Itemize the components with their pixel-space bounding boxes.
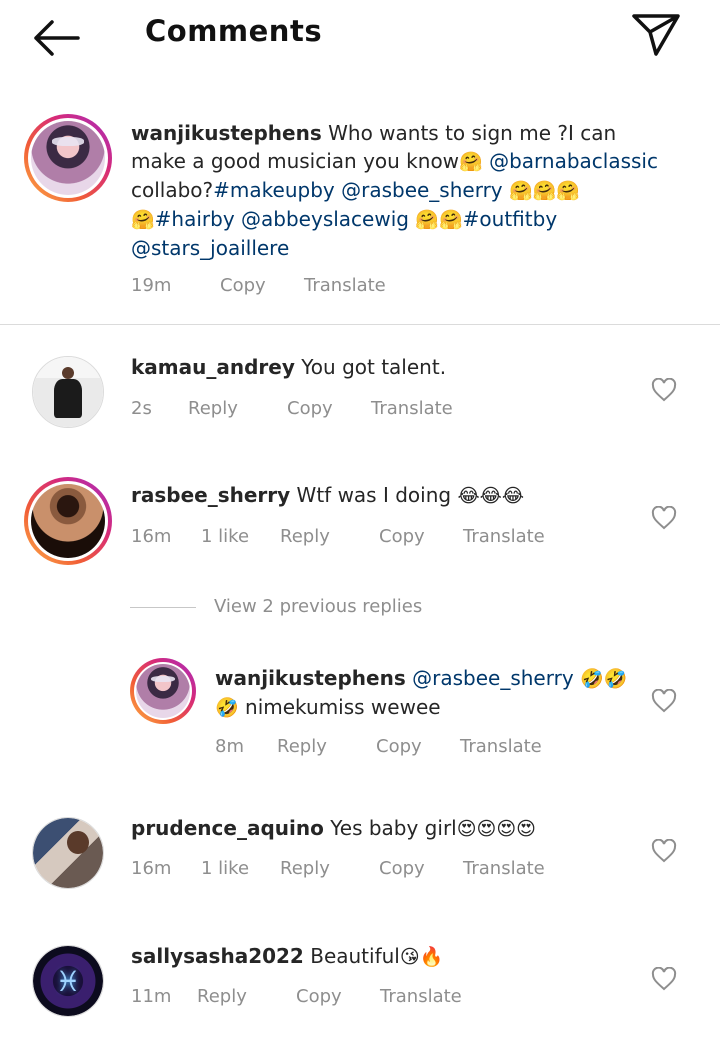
kiss-fire-emoji: 😘🔥	[399, 946, 444, 968]
hashtag-link[interactable]: #hairby	[155, 207, 235, 231]
comment-username[interactable]: rasbee_sherry	[131, 483, 290, 507]
caption-username[interactable]: wanjikustephens	[131, 121, 322, 145]
caption-text-part: collabo?	[131, 178, 214, 202]
comment-username[interactable]: sallysasha2022	[131, 944, 304, 968]
like-heart-icon[interactable]	[651, 966, 677, 991]
comment-meta: 11m Reply Copy Translate	[131, 986, 531, 1010]
reply-button[interactable]: Reply	[277, 736, 327, 757]
copy-button[interactable]: Copy	[376, 736, 422, 757]
replies-divider-line	[130, 607, 196, 608]
reply-body: nimekumiss wewee	[245, 695, 441, 719]
commenter-avatar[interactable]	[24, 477, 112, 565]
comment-username[interactable]: kamau_andrey	[131, 355, 295, 379]
timestamp: 16m	[131, 526, 172, 547]
reply-meta: 8m Reply Copy Translate	[215, 736, 615, 760]
commenter-avatar[interactable]	[32, 817, 104, 889]
hug-emoji: 🤗	[439, 209, 463, 231]
copy-button[interactable]: Copy	[379, 526, 425, 547]
reply-username[interactable]: wanjikustephens	[215, 666, 406, 690]
comment-body: You got talent.	[301, 355, 447, 379]
commenter-avatar[interactable]	[32, 945, 104, 1017]
reply-button[interactable]: Reply	[280, 858, 330, 879]
header-bar: Comments	[0, 0, 720, 78]
rofl-emoji: 🤣	[215, 697, 239, 719]
hug-emoji: 🤗	[131, 209, 155, 231]
caption-meta: 19m Copy Translate	[131, 275, 531, 299]
mention-link[interactable]: @rasbee_sherry	[341, 178, 503, 202]
likes-count[interactable]: 1 like	[201, 858, 249, 879]
comment-text: sallysasha2022 Beautiful😘🔥	[131, 942, 631, 971]
mention-link[interactable]: @stars_joaillere	[131, 236, 289, 260]
comment-username[interactable]: prudence_aquino	[131, 816, 324, 840]
translate-button[interactable]: Translate	[304, 275, 386, 296]
reply-button[interactable]: Reply	[197, 986, 247, 1007]
mention-link[interactable]: @barnabaclassic	[489, 149, 658, 173]
translate-button[interactable]: Translate	[371, 398, 453, 419]
rofl-emoji: 🤣🤣	[580, 668, 628, 690]
hashtag-link[interactable]: #outfitby	[463, 207, 557, 231]
comment-meta: 16m 1 like Reply Copy Translate	[131, 858, 581, 882]
timestamp: 11m	[131, 986, 172, 1007]
copy-button[interactable]: Copy	[379, 858, 425, 879]
heart-eyes-emoji: 😍😍😍😍	[456, 818, 536, 840]
hug-emoji: 🤗	[556, 180, 581, 202]
like-heart-icon[interactable]	[651, 505, 677, 530]
reply-author-avatar[interactable]	[130, 658, 196, 724]
send-paper-plane-icon[interactable]	[630, 12, 682, 58]
likes-count[interactable]: 1 like	[201, 526, 249, 547]
comment-body: Wtf was I doing	[296, 483, 452, 507]
timestamp: 19m	[131, 275, 172, 296]
back-arrow-icon[interactable]	[30, 16, 82, 60]
comment-meta: 2s Reply Copy Translate	[131, 398, 531, 422]
hug-emoji: 🤗	[459, 151, 483, 173]
caption-text: wanjikustephens Who wants to sign me ?I …	[131, 119, 671, 262]
hashtag-link[interactable]: #makeupby	[213, 178, 335, 202]
comment-body: Yes baby girl	[330, 816, 457, 840]
comment-meta: 16m 1 like Reply Copy Translate	[131, 526, 581, 550]
comment-text: prudence_aquino Yes baby girl😍😍😍😍	[131, 814, 631, 843]
laughing-emoji: 😂😂😂	[457, 485, 525, 507]
translate-button[interactable]: Translate	[463, 858, 545, 879]
timestamp: 2s	[131, 398, 152, 419]
timestamp: 16m	[131, 858, 172, 879]
like-heart-icon[interactable]	[651, 377, 677, 402]
copy-button[interactable]: Copy	[220, 275, 266, 296]
mention-link[interactable]: @abbeyslacewig	[241, 207, 409, 231]
reply-text: wanjikustephens @rasbee_sherry 🤣🤣 🤣 nime…	[215, 664, 645, 722]
copy-button[interactable]: Copy	[287, 398, 333, 419]
hug-emoji: 🤗	[532, 180, 557, 202]
comment-text: kamau_andrey You got talent.	[131, 353, 631, 381]
divider	[0, 324, 720, 325]
translate-button[interactable]: Translate	[380, 986, 462, 1007]
reply-button[interactable]: Reply	[188, 398, 238, 419]
translate-button[interactable]: Translate	[463, 526, 545, 547]
like-heart-icon[interactable]	[651, 838, 677, 863]
hug-emoji: 🤗	[415, 209, 439, 231]
mention-link[interactable]: @rasbee_sherry	[412, 666, 574, 690]
view-previous-replies-button[interactable]: View 2 previous replies	[214, 596, 422, 617]
reply-button[interactable]: Reply	[280, 526, 330, 547]
copy-button[interactable]: Copy	[296, 986, 342, 1007]
comment-text: rasbee_sherry Wtf was I doing 😂😂😂	[131, 481, 631, 510]
commenter-avatar[interactable]	[32, 356, 104, 428]
translate-button[interactable]: Translate	[460, 736, 542, 757]
hug-emoji: 🤗	[509, 180, 533, 202]
comment-body: Beautiful	[310, 944, 400, 968]
page-title: Comments	[145, 14, 323, 48]
caption-author-avatar[interactable]	[24, 114, 112, 202]
timestamp: 8m	[215, 736, 244, 757]
like-heart-icon[interactable]	[651, 688, 677, 713]
